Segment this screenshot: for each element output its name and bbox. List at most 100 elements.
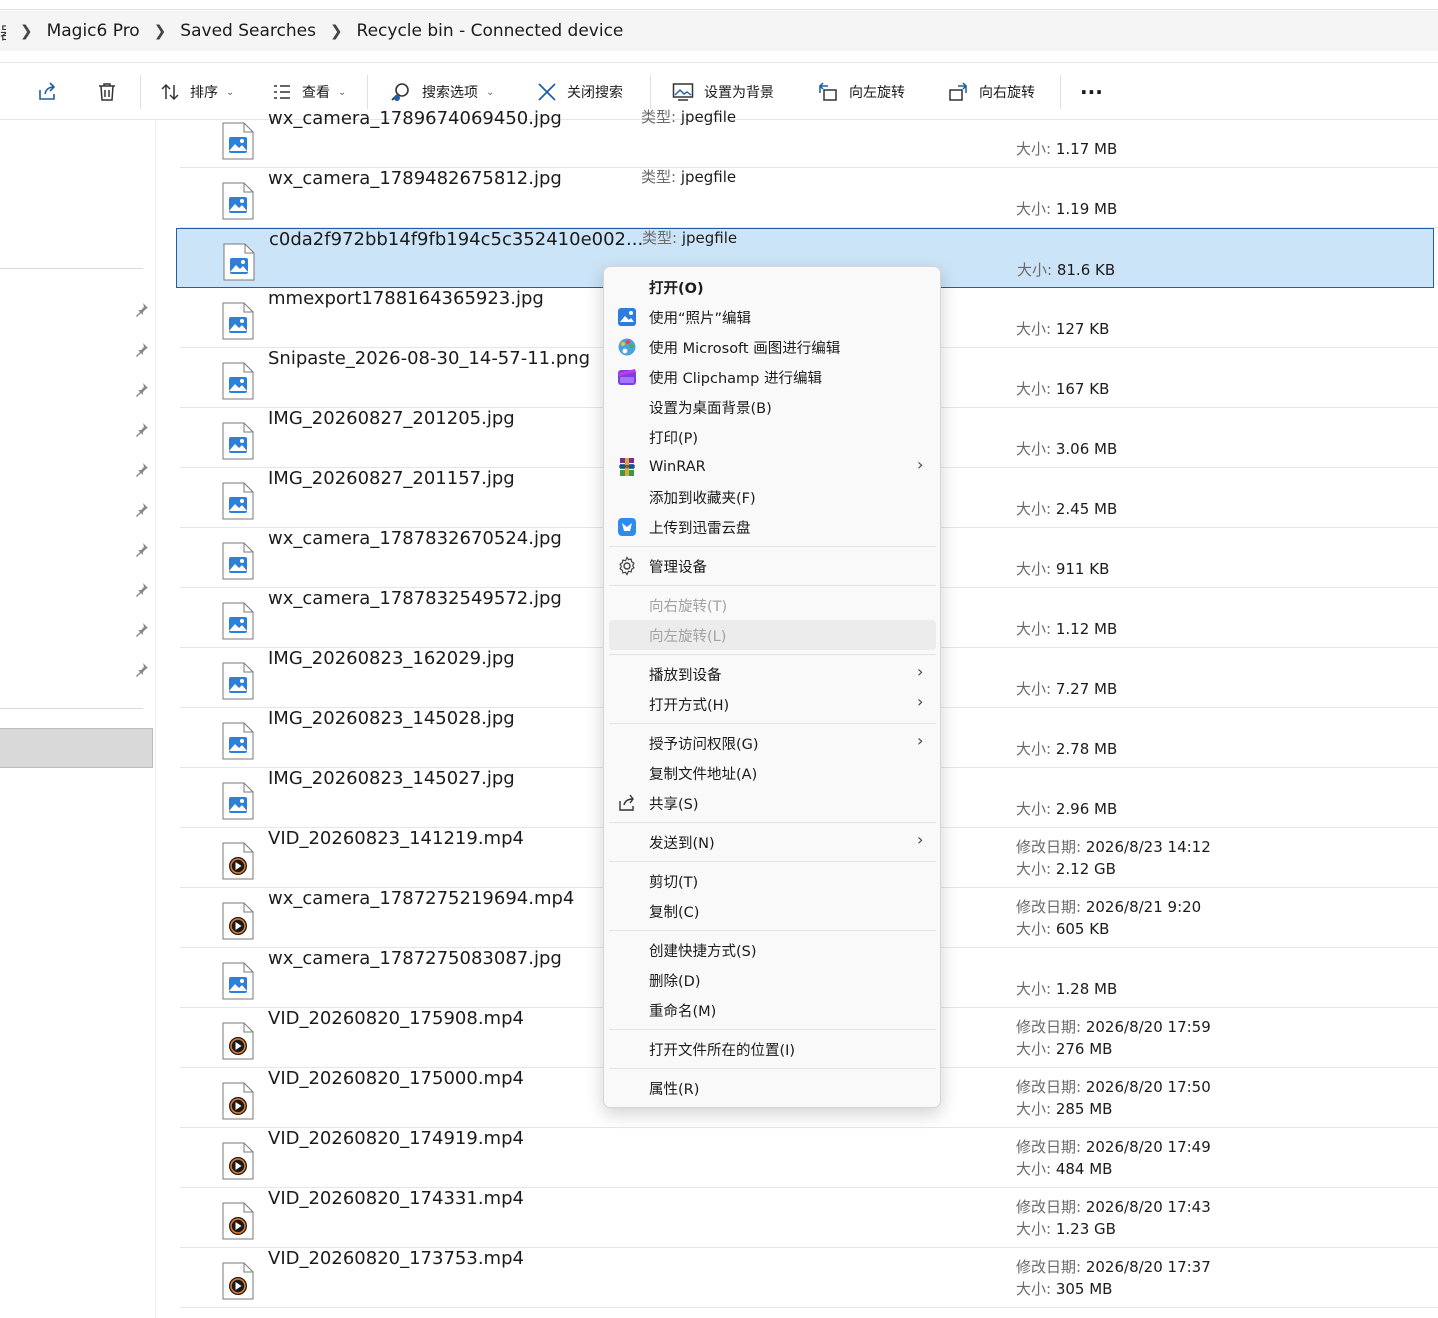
context-menu-item[interactable]: 复制文件地址(A) bbox=[609, 758, 936, 788]
size-key: 大小: bbox=[1016, 500, 1052, 518]
file-name: VID_20260820_175000.mp4 bbox=[268, 1068, 524, 1089]
context-menu-item[interactable]: 打印(P) bbox=[609, 422, 936, 452]
pin-icon[interactable] bbox=[134, 301, 150, 317]
video-file-icon bbox=[222, 1262, 254, 1300]
size-value: 2.45 MB bbox=[1055, 500, 1118, 518]
context-menu-item[interactable]: 重命名(M) bbox=[609, 995, 936, 1025]
chevron-right-icon[interactable]: ❯ bbox=[20, 22, 33, 40]
file-row[interactable]: VID_20260820_174331.mp4 修改日期: 2026/8/20 1… bbox=[180, 1188, 1438, 1248]
pin-icon[interactable] bbox=[134, 621, 150, 637]
type-key: 类型: bbox=[641, 108, 677, 126]
context-menu-item[interactable]: 添加到收藏夹(F) bbox=[609, 482, 936, 512]
size-key: 大小: bbox=[1016, 140, 1052, 158]
context-menu-label: 管理设备 bbox=[649, 559, 707, 576]
breadcrumb-item-recycle-bin[interactable]: Recycle bin - Connected device bbox=[357, 21, 624, 41]
file-size: 大小: 305 MB bbox=[1016, 1278, 1112, 1300]
size-value: 605 KB bbox=[1055, 920, 1110, 938]
chevron-right-icon[interactable]: ❯ bbox=[154, 22, 167, 40]
pin-icon[interactable] bbox=[134, 341, 150, 357]
file-row[interactable]: wx_camera_1789482675812.jpg 类型: jpegfile 大… bbox=[180, 168, 1438, 228]
context-menu-item[interactable]: 使用“照片”编辑 bbox=[609, 302, 936, 332]
context-menu-item[interactable]: 使用 Microsoft 画图进行编辑 bbox=[609, 332, 936, 362]
context-menu-label: 使用 Clipchamp 进行编辑 bbox=[649, 370, 822, 387]
context-menu-item[interactable]: 复制(C) bbox=[609, 896, 936, 926]
file-name: mmexport1788164365923.jpg bbox=[268, 288, 544, 309]
size-key: 大小: bbox=[1016, 740, 1052, 758]
context-menu-item[interactable]: 打开(O) bbox=[609, 272, 936, 302]
size-value: 1.19 MB bbox=[1055, 200, 1118, 218]
context-menu-label: WinRAR bbox=[649, 459, 706, 475]
context-menu-item[interactable]: 设置为桌面背景(B) bbox=[609, 392, 936, 422]
file-type: 类型: jpegfile bbox=[642, 227, 737, 249]
rotate-left-label: 向左旋转 bbox=[849, 85, 905, 101]
file-row[interactable]: VID_20260820_173753.mp4 修改日期: 2026/8/20 1… bbox=[180, 1248, 1438, 1308]
context-menu-item[interactable]: WinRAR › bbox=[609, 452, 936, 482]
share-button[interactable] bbox=[36, 63, 58, 121]
delete-button[interactable] bbox=[96, 63, 118, 121]
context-menu-item[interactable]: 上传到迅雷云盘 bbox=[609, 512, 936, 542]
file-modified-date: 修改日期: 2026/8/20 17:43 bbox=[1016, 1196, 1211, 1218]
paint-icon bbox=[617, 337, 637, 357]
pin-icon[interactable] bbox=[134, 661, 150, 677]
file-row[interactable]: VID_20260820_174919.mp4 修改日期: 2026/8/20 1… bbox=[180, 1128, 1438, 1188]
breadcrumb-item-saved-searches[interactable]: Saved Searches bbox=[180, 21, 316, 41]
context-menu-item[interactable]: 授予访问权限(G) › bbox=[609, 728, 936, 758]
file-size: 大小: 2.78 MB bbox=[1016, 738, 1117, 760]
pin-icon[interactable] bbox=[134, 461, 150, 477]
context-menu-label: 复制(C) bbox=[649, 904, 700, 921]
share-icon bbox=[39, 82, 56, 100]
modified-key: 修改日期: bbox=[1016, 1198, 1082, 1216]
sort-label: 排序 bbox=[190, 85, 218, 101]
modified-value: 2026/8/20 17:37 bbox=[1085, 1258, 1211, 1276]
size-key: 大小: bbox=[1016, 1160, 1052, 1178]
context-menu-label: 向右旋转(T) bbox=[649, 598, 728, 615]
chevron-right-icon: › bbox=[917, 830, 924, 849]
share-icon bbox=[617, 793, 637, 813]
sidebar-selected-item[interactable] bbox=[0, 728, 153, 768]
breadcrumb-truncated-item[interactable]: 器 bbox=[0, 19, 6, 44]
context-menu-label: 添加到收藏夹(F) bbox=[649, 490, 756, 507]
sort-icon bbox=[161, 83, 179, 101]
modified-value: 2026/8/20 17:43 bbox=[1085, 1198, 1211, 1216]
pin-icon[interactable] bbox=[134, 381, 150, 397]
context-menu-item[interactable]: 创建快捷方式(S) bbox=[609, 935, 936, 965]
pin-icon[interactable] bbox=[134, 581, 150, 597]
pin-icon[interactable] bbox=[134, 501, 150, 517]
video-file-icon bbox=[222, 1082, 254, 1120]
view-list-icon bbox=[274, 85, 290, 99]
file-size: 大小: 1.19 MB bbox=[1016, 198, 1117, 220]
context-menu-item[interactable]: 打开文件所在的位置(I) bbox=[609, 1034, 936, 1064]
context-menu-label: 复制文件地址(A) bbox=[649, 766, 758, 783]
context-menu-item[interactable]: 使用 Clipchamp 进行编辑 bbox=[609, 362, 936, 392]
modified-value: 2026/8/21 9:20 bbox=[1085, 898, 1202, 916]
context-menu-item[interactable]: 属性(R) bbox=[609, 1073, 936, 1103]
navigation-pane bbox=[0, 121, 156, 1318]
pin-icon[interactable] bbox=[134, 541, 150, 557]
context-menu-label: 打印(P) bbox=[649, 430, 699, 447]
pin-icon[interactable] bbox=[134, 421, 150, 437]
breadcrumb-item-device[interactable]: Magic6 Pro bbox=[47, 21, 140, 41]
toolbar-divider bbox=[1060, 75, 1061, 109]
file-name: wx_camera_1789674069450.jpg bbox=[268, 108, 562, 129]
context-menu-item[interactable]: 发送到(N) › bbox=[609, 827, 936, 857]
context-menu-item[interactable]: 向右旋转(T) bbox=[609, 590, 936, 620]
toolbar-divider bbox=[140, 75, 141, 109]
context-menu-item[interactable]: 管理设备 bbox=[609, 551, 936, 581]
image-file-icon bbox=[222, 302, 254, 340]
size-value: 1.28 MB bbox=[1055, 980, 1118, 998]
chevron-right-icon[interactable]: ❯ bbox=[330, 22, 343, 40]
size-value: 1.17 MB bbox=[1055, 140, 1118, 158]
file-type: 类型: jpegfile bbox=[641, 106, 736, 128]
search-options-label: 搜索选项 bbox=[422, 85, 478, 101]
size-key: 大小: bbox=[1016, 920, 1052, 938]
context-menu-item[interactable]: 删除(D) bbox=[609, 965, 936, 995]
context-menu-item[interactable]: 向左旋转(L) bbox=[609, 620, 936, 650]
context-menu-item[interactable]: 剪切(T) bbox=[609, 866, 936, 896]
context-menu-item[interactable]: 共享(S) bbox=[609, 788, 936, 818]
file-row[interactable]: wx_camera_1789674069450.jpg 类型: jpegfile 大… bbox=[180, 108, 1438, 168]
menu-separator bbox=[609, 723, 936, 724]
context-menu-item[interactable]: 打开方式(H) › bbox=[609, 689, 936, 719]
context-menu-item[interactable]: 播放到设备 › bbox=[609, 659, 936, 689]
photos-icon bbox=[617, 307, 637, 327]
file-size: 大小: 1.12 MB bbox=[1016, 618, 1117, 640]
